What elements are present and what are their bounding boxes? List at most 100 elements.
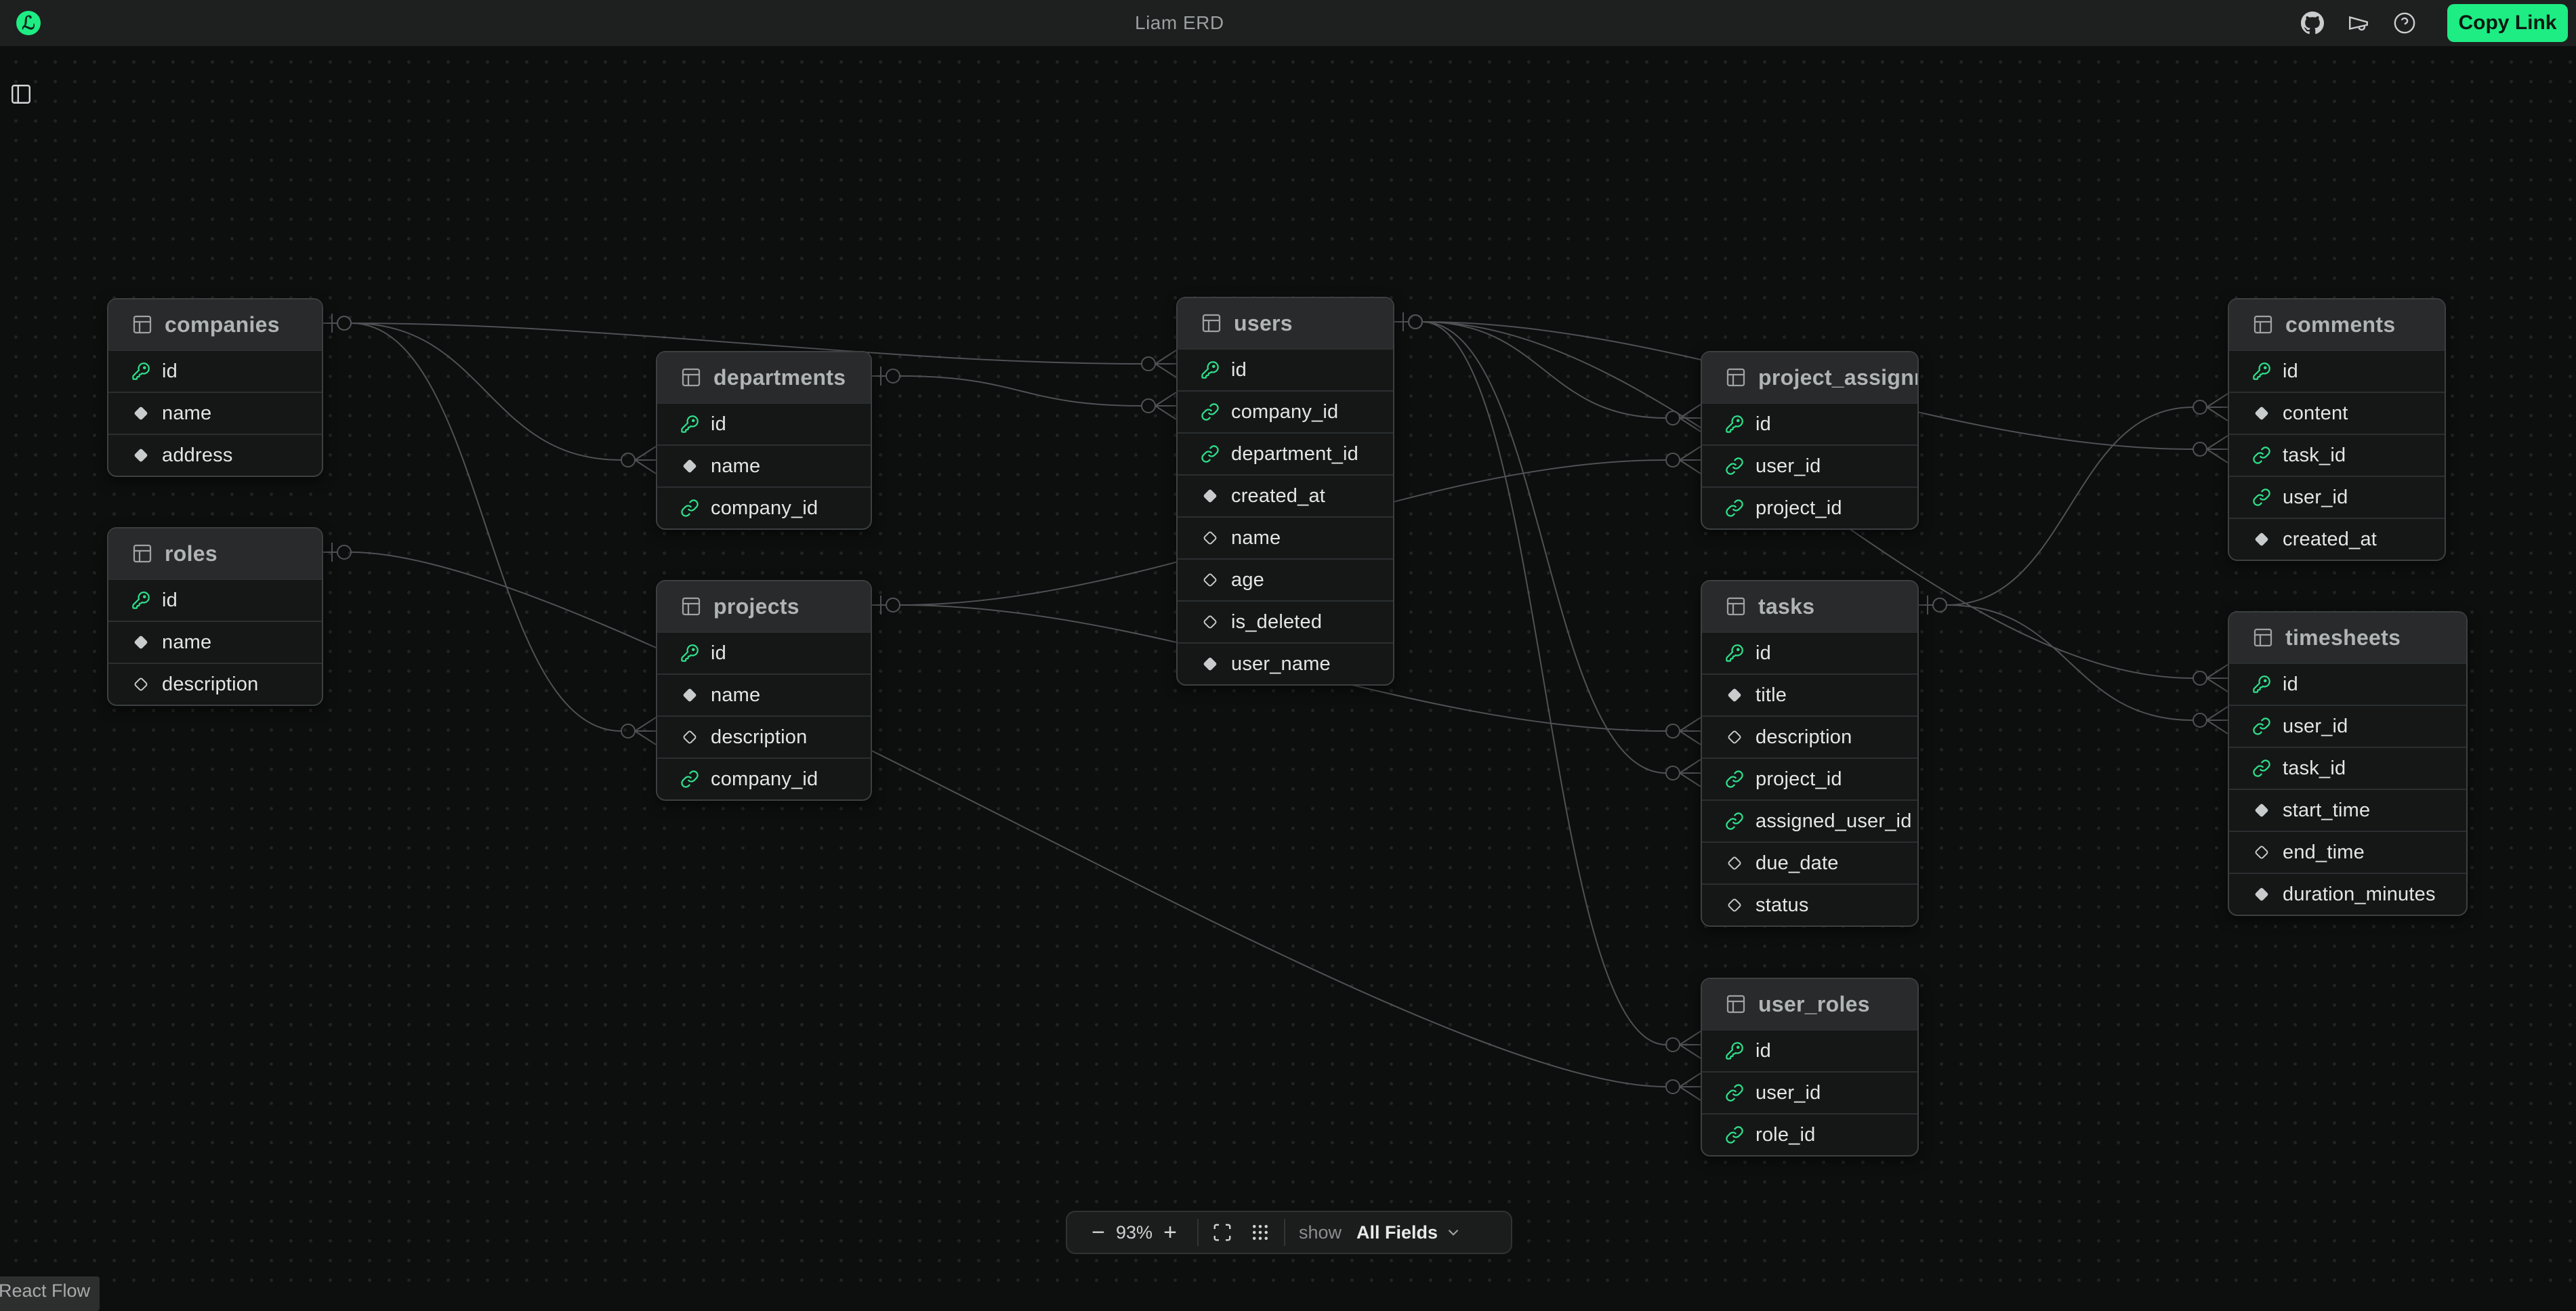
- tidy-up-button[interactable]: [1250, 1222, 1270, 1243]
- table-node-timesheets[interactable]: timesheets id user_id task_id start_time end_…: [2228, 611, 2468, 916]
- field-row-projects-description[interactable]: description: [657, 715, 871, 757]
- field-row-companies-name[interactable]: name: [108, 392, 322, 434]
- field-row-comments-id[interactable]: id: [2229, 350, 2445, 392]
- field-row-timesheets-task_id[interactable]: task_id: [2229, 747, 2466, 789]
- table-header[interactable]: projects: [657, 581, 871, 631]
- table-header[interactable]: comments: [2229, 299, 2445, 350]
- field-row-user_roles-role_id[interactable]: role_id: [1702, 1113, 1917, 1155]
- field-row-comments-user_id[interactable]: user_id: [2229, 476, 2445, 518]
- zoom-out-button[interactable]: −: [1085, 1220, 1112, 1246]
- field-row-users-created_at[interactable]: created_at: [1178, 474, 1393, 516]
- table-header[interactable]: timesheets: [2229, 612, 2466, 663]
- field-row-companies-address[interactable]: address: [108, 434, 322, 476]
- field-row-users-is_deleted[interactable]: is_deleted: [1178, 600, 1393, 642]
- table-header[interactable]: roles: [108, 528, 322, 579]
- field-row-projects-id[interactable]: id: [657, 631, 871, 673]
- field-row-users-user_name[interactable]: user_name: [1178, 642, 1393, 684]
- field-row-comments-content[interactable]: content: [2229, 392, 2445, 434]
- nullable-icon: [1201, 528, 1220, 547]
- primary-key-icon: [680, 644, 699, 663]
- table-header[interactable]: users: [1178, 298, 1393, 348]
- release-notes-megaphone-icon[interactable]: [2347, 12, 2370, 35]
- field-name: user_id: [2283, 715, 2348, 738]
- field-row-departments-name[interactable]: name: [657, 444, 871, 486]
- table-node-projects[interactable]: projectsid name descriptioncompany_id: [656, 580, 872, 801]
- field-row-projects-name[interactable]: name: [657, 673, 871, 715]
- table-node-comments[interactable]: commentsidcontent task_id user_idcreated_a…: [2228, 298, 2446, 561]
- field-row-departments-id[interactable]: id: [657, 402, 871, 444]
- field-row-timesheets-id[interactable]: id: [2229, 663, 2466, 705]
- field-row-companies-id[interactable]: id: [108, 350, 322, 392]
- field-row-timesheets-duration_minutes[interactable]: duration_minutes: [2229, 873, 2466, 915]
- field-name: id: [711, 413, 726, 436]
- field-name: id: [1756, 413, 1771, 436]
- field-row-tasks-id[interactable]: id: [1702, 631, 1917, 673]
- field-row-tasks-due_date[interactable]: due_date: [1702, 841, 1917, 883]
- table-node-user_roles[interactable]: user_rolesiduser_idrole_id: [1701, 978, 1919, 1157]
- field-name: task_id: [2283, 444, 2346, 467]
- table-header[interactable]: project_assignme...: [1702, 352, 1917, 402]
- field-name: name: [711, 684, 760, 707]
- field-row-comments-created_at[interactable]: created_at: [2229, 518, 2445, 560]
- liam-logo[interactable]: ℒ: [16, 11, 41, 35]
- field-row-comments-task_id[interactable]: task_id: [2229, 434, 2445, 476]
- github-icon[interactable]: [2301, 12, 2324, 35]
- table-node-roles[interactable]: rolesidname description: [107, 527, 323, 706]
- field-name: user_id: [1756, 455, 1821, 478]
- field-row-users-age[interactable]: age: [1178, 558, 1393, 600]
- foreign-key-icon: [1725, 812, 1744, 831]
- table-header[interactable]: companies: [108, 299, 322, 350]
- table-header[interactable]: user_roles: [1702, 979, 1917, 1029]
- table-header[interactable]: tasks: [1702, 581, 1917, 631]
- table-icon: [680, 367, 702, 388]
- field-row-roles-name[interactable]: name: [108, 621, 322, 663]
- table-node-project_assignments[interactable]: project_assignme...id user_id project_id: [1701, 351, 1919, 530]
- table-node-tasks[interactable]: tasksidtitledescriptionproject_idassigne…: [1701, 580, 1919, 927]
- field-row-timesheets-user_id[interactable]: user_id: [2229, 705, 2466, 747]
- table-node-companies[interactable]: companiesidnameaddress: [107, 298, 323, 477]
- field-row-tasks-title[interactable]: title: [1702, 673, 1917, 715]
- erd-canvas[interactable]: companiesidnameaddressrolesidnamedescrip…: [0, 46, 2576, 1294]
- table-header[interactable]: departments: [657, 352, 871, 402]
- field-row-tasks-project_id[interactable]: project_id: [1702, 757, 1917, 799]
- help-icon[interactable]: [2393, 12, 2416, 35]
- sidebar-toggle-button[interactable]: [9, 83, 33, 106]
- field-row-tasks-status[interactable]: status: [1702, 883, 1917, 925]
- foreign-key-icon: [1201, 402, 1220, 421]
- field-row-users-id[interactable]: id: [1178, 348, 1393, 390]
- field-row-roles-id[interactable]: id: [108, 579, 322, 621]
- field-row-roles-description[interactable]: description: [108, 663, 322, 705]
- field-name: start_time: [2283, 799, 2370, 822]
- field-row-project_assignments-project_id[interactable]: project_id: [1702, 486, 1917, 528]
- table-icon: [1201, 312, 1222, 334]
- field-row-users-company_id[interactable]: company_id: [1178, 390, 1393, 432]
- field-row-projects-company_id[interactable]: company_id: [657, 757, 871, 799]
- primary-key-icon: [1201, 360, 1220, 379]
- table-node-users[interactable]: usersidcompany_iddepartment_idcreated_at…: [1176, 297, 1394, 686]
- foreign-key-icon: [680, 499, 699, 518]
- field-row-tasks-assigned_user_id[interactable]: assigned_user_id: [1702, 799, 1917, 841]
- field-row-timesheets-start_time[interactable]: start_time: [2229, 789, 2466, 831]
- field-name: end_time: [2283, 841, 2365, 864]
- field-row-timesheets-end_time[interactable]: end_time: [2229, 831, 2466, 873]
- table-node-departments[interactable]: departments id namecompany_id: [656, 351, 872, 530]
- field-name: is_deleted: [1231, 611, 1322, 633]
- field-row-users-name[interactable]: name: [1178, 516, 1393, 558]
- fields-filter-dropdown[interactable]: All Fields: [1356, 1222, 1462, 1243]
- zoom-in-button[interactable]: +: [1157, 1220, 1184, 1246]
- field-row-departments-company_id[interactable]: company_id: [657, 486, 871, 528]
- field-row-users-department_id[interactable]: department_id: [1178, 432, 1393, 474]
- field-row-project_assignments-id[interactable]: id: [1702, 402, 1917, 444]
- field-row-project_assignments-user_id[interactable]: user_id: [1702, 444, 1917, 486]
- field-name: description: [162, 673, 258, 696]
- copy-link-button[interactable]: Copy Link: [2447, 4, 2568, 42]
- foreign-key-icon: [1725, 1083, 1744, 1102]
- field-row-tasks-description[interactable]: description: [1702, 715, 1917, 757]
- table-icon: [680, 596, 702, 617]
- table-icon: [2252, 627, 2274, 648]
- table-name: timesheets: [2285, 625, 2401, 650]
- fit-view-button[interactable]: [1212, 1222, 1232, 1243]
- field-row-user_roles-id[interactable]: id: [1702, 1029, 1917, 1071]
- field-row-user_roles-user_id[interactable]: user_id: [1702, 1071, 1917, 1113]
- not-null-icon: [1201, 654, 1220, 673]
